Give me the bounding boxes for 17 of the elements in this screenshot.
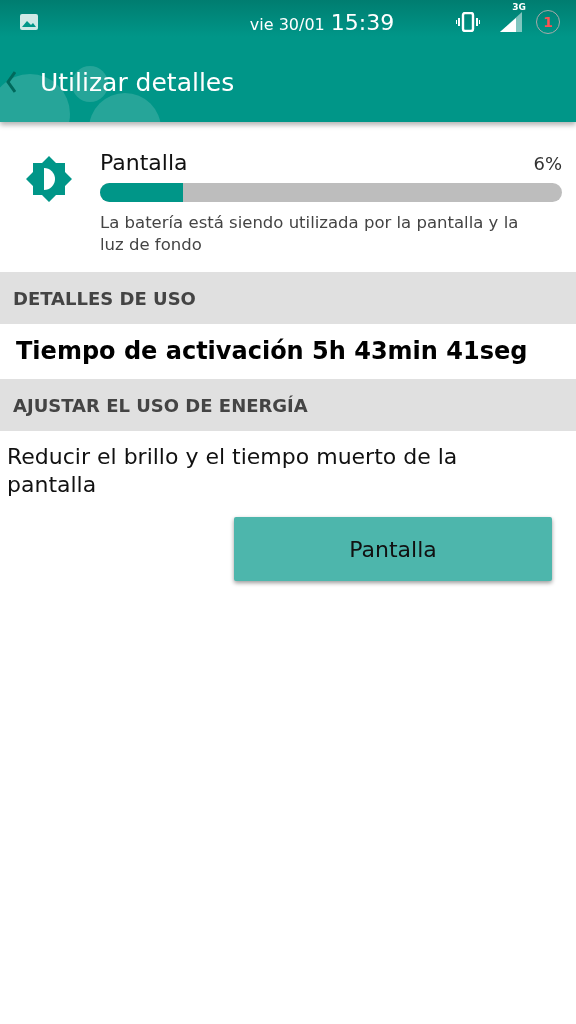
item-title: Pantalla <box>100 150 188 175</box>
usage-percent: 6% <box>533 153 562 174</box>
section-header: DETALLES DE USO <box>0 272 576 324</box>
back-icon[interactable] <box>6 71 16 93</box>
section-header: AJUSTAR EL USO DE ENERGÍA <box>0 379 576 431</box>
brightness-icon <box>26 156 72 202</box>
tip-text: Reducir el brillo y el tiempo muerto de la pantalla <box>6 443 459 499</box>
status-date: vie 30/01 <box>249 14 325 34</box>
active-time: Tiempo de activación 5h 43min 41seg <box>15 336 529 367</box>
signal-icon <box>500 12 522 32</box>
network-type: 3G <box>512 2 526 12</box>
vibrate-icon <box>456 12 480 32</box>
display-button[interactable]: Pantalla <box>234 517 552 581</box>
image-icon <box>20 14 38 30</box>
item-description: La batería está siendo utilizada por la pantalla y la luz de fondo <box>100 212 520 256</box>
screen-title: Utilizar detalles <box>40 67 235 97</box>
status-time: 15:39 <box>330 9 395 35</box>
